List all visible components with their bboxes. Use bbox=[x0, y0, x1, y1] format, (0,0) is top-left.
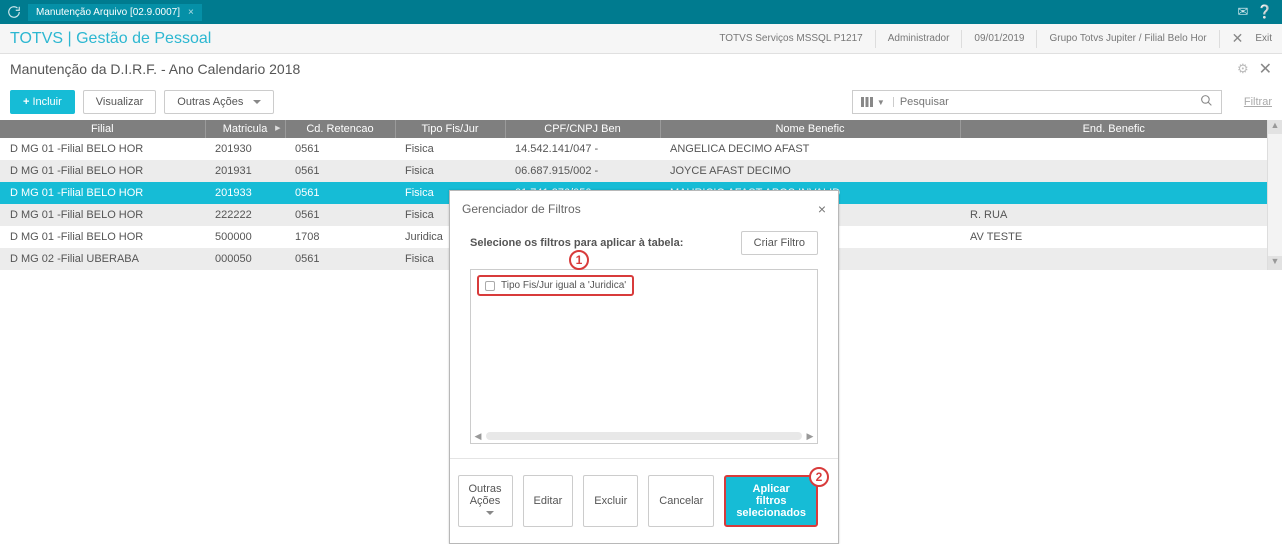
page-title-bar: Manutenção da D.I.R.F. - Ano Calendario … bbox=[0, 54, 1282, 84]
toolbar: +Incluir Visualizar Outras Ações ▼ Filtr… bbox=[0, 84, 1282, 120]
editar-button[interactable]: Editar bbox=[523, 475, 574, 527]
refresh-icon[interactable] bbox=[6, 4, 22, 20]
table-row[interactable]: D MG 01 -Filial BELO HOR2019310561Fisica… bbox=[0, 160, 1267, 182]
cell-end bbox=[960, 138, 1267, 160]
cell-cd: 1708 bbox=[285, 226, 395, 248]
table-header-row: Filial Matricula▶ Cd. Retencao Tipo Fis/… bbox=[0, 120, 1267, 138]
callout-2: 2 bbox=[809, 467, 829, 487]
horizontal-scrollbar[interactable]: ◀ ▶ bbox=[473, 431, 815, 441]
cell-end: R. RUA bbox=[960, 204, 1267, 226]
scroll-left-icon[interactable]: ◀ bbox=[473, 431, 483, 442]
cell-filial: D MG 01 -Filial BELO HOR bbox=[0, 204, 205, 226]
modal-close-icon[interactable]: × bbox=[818, 201, 826, 217]
columns-selector[interactable]: ▼ bbox=[853, 97, 894, 107]
cell-filial: D MG 01 -Filial BELO HOR bbox=[0, 138, 205, 160]
filter-list: Tipo Fis/Jur igual a 'Juridica' ◀ ▶ bbox=[470, 269, 818, 444]
window-tab[interactable]: Manutenção Arquivo [02.9.0007] × bbox=[28, 4, 202, 21]
cell-cd: 0561 bbox=[285, 138, 395, 160]
col-nome[interactable]: Nome Benefic bbox=[660, 120, 960, 138]
cell-matricula: 500000 bbox=[205, 226, 285, 248]
col-matricula[interactable]: Matricula▶ bbox=[205, 120, 285, 138]
incluir-button[interactable]: +Incluir bbox=[10, 90, 75, 114]
modal-title: Gerenciador de Filtros bbox=[462, 202, 581, 216]
title-bar: Manutenção Arquivo [02.9.0007] × ✉ ❔ bbox=[0, 0, 1282, 24]
user-label: Administrador bbox=[888, 33, 950, 44]
modal-instruction: Selecione os filtros para aplicar à tabe… bbox=[470, 237, 683, 249]
scroll-up-icon[interactable]: ▲ bbox=[1268, 120, 1282, 134]
cell-matricula: 201931 bbox=[205, 160, 285, 182]
search-box: ▼ bbox=[852, 90, 1222, 114]
gear-icon[interactable]: ⚙ bbox=[1237, 61, 1249, 77]
vertical-scrollbar[interactable]: ▲ ▼ bbox=[1267, 120, 1282, 270]
filter-item-label: Tipo Fis/Jur igual a 'Juridica' bbox=[501, 280, 626, 291]
exit-label[interactable]: Exit bbox=[1255, 33, 1272, 44]
cell-tipo: Fisica bbox=[395, 138, 505, 160]
window-tab-label: Manutenção Arquivo [02.9.0007] bbox=[36, 7, 180, 18]
col-end[interactable]: End. Benefic bbox=[960, 120, 1267, 138]
cell-tipo: Fisica bbox=[395, 160, 505, 182]
cell-matricula: 201933 bbox=[205, 182, 285, 204]
search-input[interactable] bbox=[894, 91, 1192, 113]
product-title: TOTVS | Gestão de Pessoal bbox=[10, 30, 719, 48]
search-icon[interactable] bbox=[1192, 94, 1221, 110]
cell-cd: 0561 bbox=[285, 182, 395, 204]
env-label: TOTVS Serviços MSSQL P1217 bbox=[719, 33, 862, 44]
page-title: Manutenção da D.I.R.F. - Ano Calendario … bbox=[10, 61, 300, 77]
cell-cd: 0561 bbox=[285, 248, 395, 270]
cell-cd: 0561 bbox=[285, 160, 395, 182]
filtrar-link[interactable]: Filtrar bbox=[1244, 96, 1272, 108]
cell-end bbox=[960, 248, 1267, 270]
col-cdretencao[interactable]: Cd. Retencao bbox=[285, 120, 395, 138]
col-tipo[interactable]: Tipo Fis/Jur bbox=[395, 120, 505, 138]
cell-cpf: 14.542.141/047 - bbox=[505, 138, 660, 160]
cell-filial: D MG 01 -Filial BELO HOR bbox=[0, 226, 205, 248]
chevron-down-icon: ▼ bbox=[877, 98, 885, 107]
visualizar-button[interactable]: Visualizar bbox=[83, 90, 157, 114]
cell-cpf: 06.687.915/002 - bbox=[505, 160, 660, 182]
close-tab-icon[interactable]: × bbox=[188, 7, 194, 18]
cell-matricula: 201930 bbox=[205, 138, 285, 160]
cell-cd: 0561 bbox=[285, 204, 395, 226]
cell-filial: D MG 01 -Filial BELO HOR bbox=[0, 160, 205, 182]
create-filter-button[interactable]: Criar Filtro bbox=[741, 231, 818, 255]
col-cpf[interactable]: CPF/CNPJ Ben bbox=[505, 120, 660, 138]
filter-checkbox[interactable] bbox=[485, 281, 495, 291]
exit-close-icon[interactable]: ✕ bbox=[1232, 30, 1244, 47]
cell-end bbox=[960, 160, 1267, 182]
cell-matricula: 000050 bbox=[205, 248, 285, 270]
filter-item[interactable]: Tipo Fis/Jur igual a 'Juridica' bbox=[477, 275, 634, 296]
cancelar-button[interactable]: Cancelar bbox=[648, 475, 714, 527]
aplicar-filtros-button[interactable]: Aplicar filtros selecionados bbox=[724, 475, 818, 527]
group-label: Grupo Totvs Jupiter / Filial Belo Hor bbox=[1049, 33, 1206, 44]
callout-1: 1 bbox=[569, 250, 589, 270]
cell-matricula: 222222 bbox=[205, 204, 285, 226]
filter-manager-modal: Gerenciador de Filtros × Selecione os fi… bbox=[449, 190, 839, 544]
incluir-label: Incluir bbox=[32, 96, 61, 108]
sub-header: TOTVS | Gestão de Pessoal TOTVS Serviços… bbox=[0, 24, 1282, 54]
table-row[interactable]: D MG 01 -Filial BELO HOR2019300561Fisica… bbox=[0, 138, 1267, 160]
scroll-right-icon[interactable]: ▶ bbox=[805, 431, 815, 442]
cell-end: AV TESTE bbox=[960, 226, 1267, 248]
page-close-icon[interactable]: ✕ bbox=[1259, 59, 1272, 79]
col-filial[interactable]: Filial bbox=[0, 120, 205, 138]
excluir-button[interactable]: Excluir bbox=[583, 475, 638, 527]
outras-acoes-button[interactable]: Outras Ações bbox=[164, 90, 274, 114]
help-icon[interactable]: ❔ bbox=[1254, 4, 1276, 20]
modal-outras-button[interactable]: Outras Ações bbox=[458, 475, 513, 527]
cell-end bbox=[960, 182, 1267, 204]
cell-nome: JOYCE AFAST DECIMO bbox=[660, 160, 960, 182]
mail-icon[interactable]: ✉ bbox=[1232, 4, 1254, 20]
cell-filial: D MG 02 -Filial UBERABA bbox=[0, 248, 205, 270]
scroll-down-icon[interactable]: ▼ bbox=[1268, 256, 1282, 270]
cell-nome: ANGELICA DECIMO AFAST bbox=[660, 138, 960, 160]
date-label: 09/01/2019 bbox=[974, 33, 1024, 44]
cell-filial: D MG 01 -Filial BELO HOR bbox=[0, 182, 205, 204]
